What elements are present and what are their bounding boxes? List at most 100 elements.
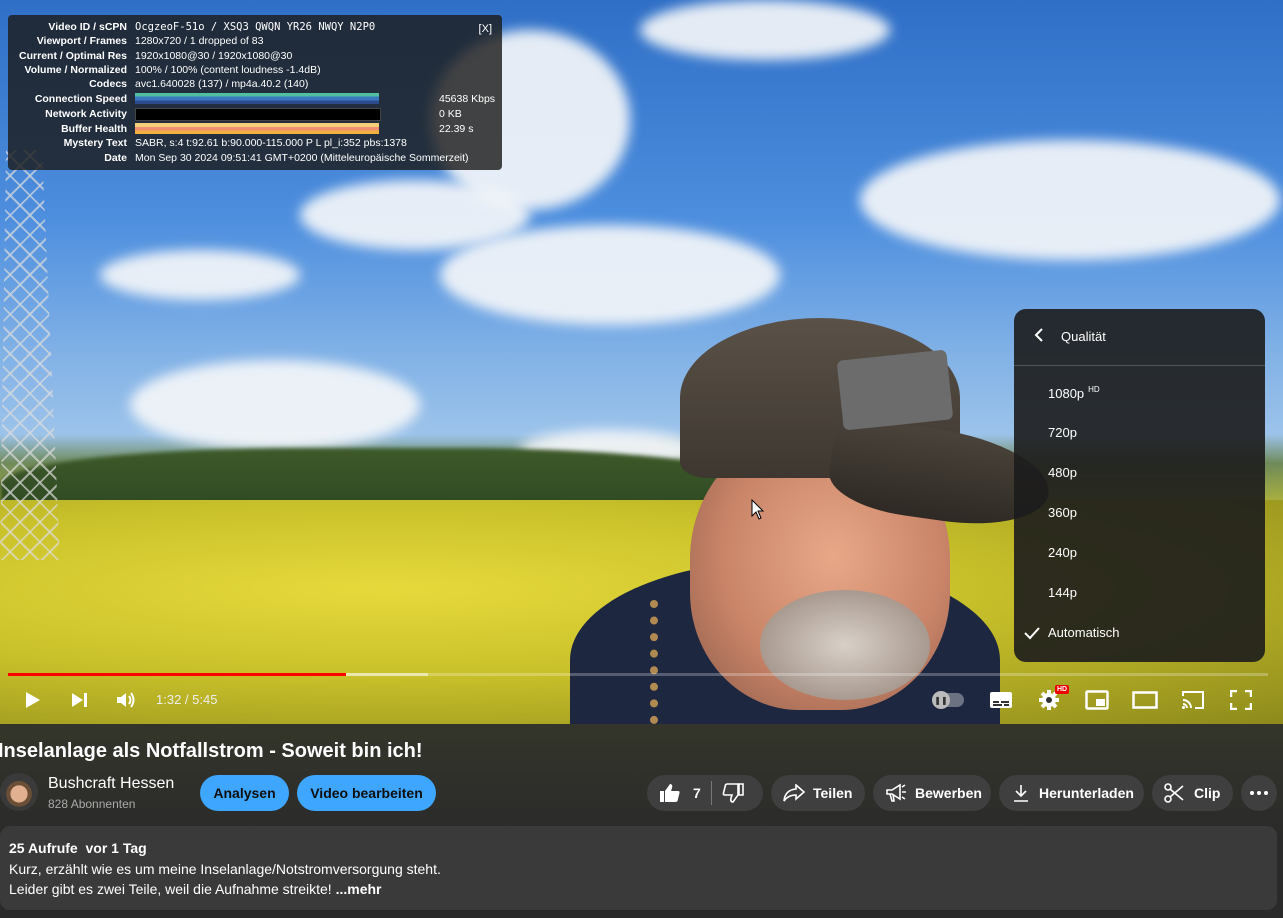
quality-option-auto[interactable]: Automatisch [1014, 613, 1265, 653]
treeline [0, 448, 760, 508]
more-actions-button[interactable] [1241, 775, 1277, 811]
rope [650, 600, 698, 724]
like-button[interactable]: 7 [659, 783, 701, 803]
dislike-button[interactable] [722, 783, 744, 803]
autoplay-toggle[interactable]: ❚❚ [932, 691, 964, 709]
cast-icon [1182, 691, 1204, 709]
quality-option-label: Automatisch [1048, 625, 1120, 640]
time-display: 1:32 / 5:45 [156, 692, 218, 707]
quality-option-240p[interactable]: 240p [1014, 533, 1265, 573]
cast-button[interactable] [1178, 685, 1208, 715]
quality-option-720p[interactable]: 720p [1014, 413, 1265, 453]
avatar[interactable] [0, 773, 38, 811]
nerds-value: 1920x1080@30 / 1920x1080@30 [135, 50, 293, 62]
nerds-key: Mystery Text [63, 137, 127, 149]
nerds-key: Current / Optimal Res [19, 50, 127, 62]
quality-option-label: 360p [1048, 505, 1077, 520]
divider [710, 781, 712, 805]
nerds-row: Viewport / Frames 1280x720 / 1 dropped o… [8, 34, 502, 48]
connection-speed-graph [135, 93, 379, 104]
nerds-row: Video ID / sCPN OcgzeoF-51o / XSQ3 QWQN … [8, 20, 502, 34]
clip-label: Clip [1194, 785, 1221, 801]
person-beard [760, 590, 930, 700]
view-count-and-date: 25 Aufrufe vor 1 Tag [9, 840, 147, 856]
miniplayer-icon [1085, 690, 1109, 710]
play-button[interactable] [17, 685, 47, 715]
nerds-row: Current / Optimal Res 1920x1080@30 / 192… [8, 49, 502, 63]
nerds-row: Connection Speed 45638 Kbps [8, 92, 502, 106]
nerds-key: Buffer Health [61, 123, 127, 135]
cap-patch [836, 349, 954, 431]
quality-option-label: 720p [1048, 425, 1077, 440]
nerds-key: Video ID / sCPN [48, 21, 127, 33]
network-activity-graph [135, 108, 381, 121]
nerds-row: Mystery Text SABR, s:4 t:92.61 b:90.000-… [8, 136, 502, 150]
download-label: Herunterladen [1039, 785, 1134, 801]
mouse-cursor-icon [751, 499, 765, 520]
hd-superscript: HD [1088, 385, 1100, 394]
miniplayer-button[interactable] [1082, 685, 1112, 715]
progress-played [8, 673, 346, 676]
like-count: 7 [693, 785, 701, 801]
promote-icon [886, 783, 906, 802]
quality-option-1080p[interactable]: 1080p HD [1014, 373, 1265, 413]
description-box[interactable]: 25 Aufrufe vor 1 Tag Kurz, erzählt wie e… [0, 826, 1277, 910]
download-icon [1014, 785, 1028, 802]
fullscreen-button[interactable] [1226, 685, 1256, 715]
analytics-button[interactable]: Analysen [200, 775, 289, 811]
clip-button[interactable]: Clip [1152, 775, 1233, 811]
nerds-key: Codecs [89, 78, 127, 90]
quality-option-144p[interactable]: 144p [1014, 573, 1265, 613]
like-dislike-group: 7 [647, 775, 763, 811]
theater-mode-button[interactable] [1130, 685, 1160, 715]
subtitles-button[interactable] [986, 685, 1016, 715]
dislike-icon [722, 783, 744, 803]
fullscreen-icon [1230, 690, 1252, 710]
share-icon [783, 784, 805, 802]
promote-label: Bewerben [915, 785, 982, 801]
cloud [130, 360, 420, 450]
subtitles-icon [990, 692, 1012, 708]
volume-button[interactable] [111, 685, 141, 715]
quality-menu: Qualität 1080p HD 720p 480p 360p 240p 144… [1014, 309, 1265, 662]
nerds-value: Mon Sep 30 2024 09:51:41 GMT+0200 (Mitte… [135, 152, 469, 164]
download-button[interactable]: Herunterladen [999, 775, 1144, 811]
next-button[interactable] [64, 685, 94, 715]
channel-name[interactable]: Bushcraft Hessen [48, 775, 174, 793]
nerds-key: Connection Speed [34, 93, 127, 105]
more-icon [1250, 791, 1268, 795]
edit-video-button[interactable]: Video bearbeiten [297, 775, 436, 811]
hd-badge: HD [1055, 685, 1070, 694]
cloud [640, 0, 890, 60]
show-more-link[interactable]: ...mehr [336, 881, 382, 897]
nerds-key: Network Activity [45, 108, 127, 120]
nerds-value: 0 KB [439, 108, 462, 120]
nerds-key: Volume / Normalized [24, 64, 128, 76]
quality-option-360p[interactable]: 360p [1014, 493, 1265, 533]
buffer-health-graph [135, 123, 379, 134]
nerds-row: Network Activity 0 KB [8, 107, 502, 121]
check-icon [1024, 627, 1040, 640]
quality-option-label: 1080p HD [1048, 385, 1100, 401]
share-button[interactable]: Teilen [771, 775, 865, 811]
nerds-key: Date [104, 152, 127, 164]
nerds-value: 45638 Kbps [439, 93, 496, 105]
description-line: Kurz, erzählt wie es um meine Inselanlag… [9, 861, 441, 877]
video-player[interactable]: [X] Video ID / sCPN OcgzeoF-51o / XSQ3 Q… [0, 0, 1283, 724]
back-chevron-icon[interactable] [1030, 326, 1048, 344]
nerds-value[interactable]: OcgzeoF-51o / XSQ3 QWQN YR26 NWQY N2P0 [135, 20, 375, 34]
nerds-row: Buffer Health 22.39 s [8, 122, 502, 136]
clip-icon [1164, 783, 1184, 803]
quality-menu-header[interactable]: Qualität [1014, 309, 1265, 366]
quality-option-label: 480p [1048, 465, 1077, 480]
nerds-key: Viewport / Frames [36, 35, 127, 47]
nerds-value: avc1.640028 (137) / mp4a.40.2 (140) [135, 78, 309, 90]
share-label: Teilen [813, 785, 853, 801]
quality-option-480p[interactable]: 480p [1014, 453, 1265, 493]
cloud [440, 225, 780, 325]
quality-option-label: 144p [1048, 585, 1077, 600]
theater-icon [1132, 691, 1158, 709]
next-icon [72, 693, 87, 707]
promote-button[interactable]: Bewerben [873, 775, 991, 811]
quality-menu-title: Qualität [1061, 329, 1106, 344]
